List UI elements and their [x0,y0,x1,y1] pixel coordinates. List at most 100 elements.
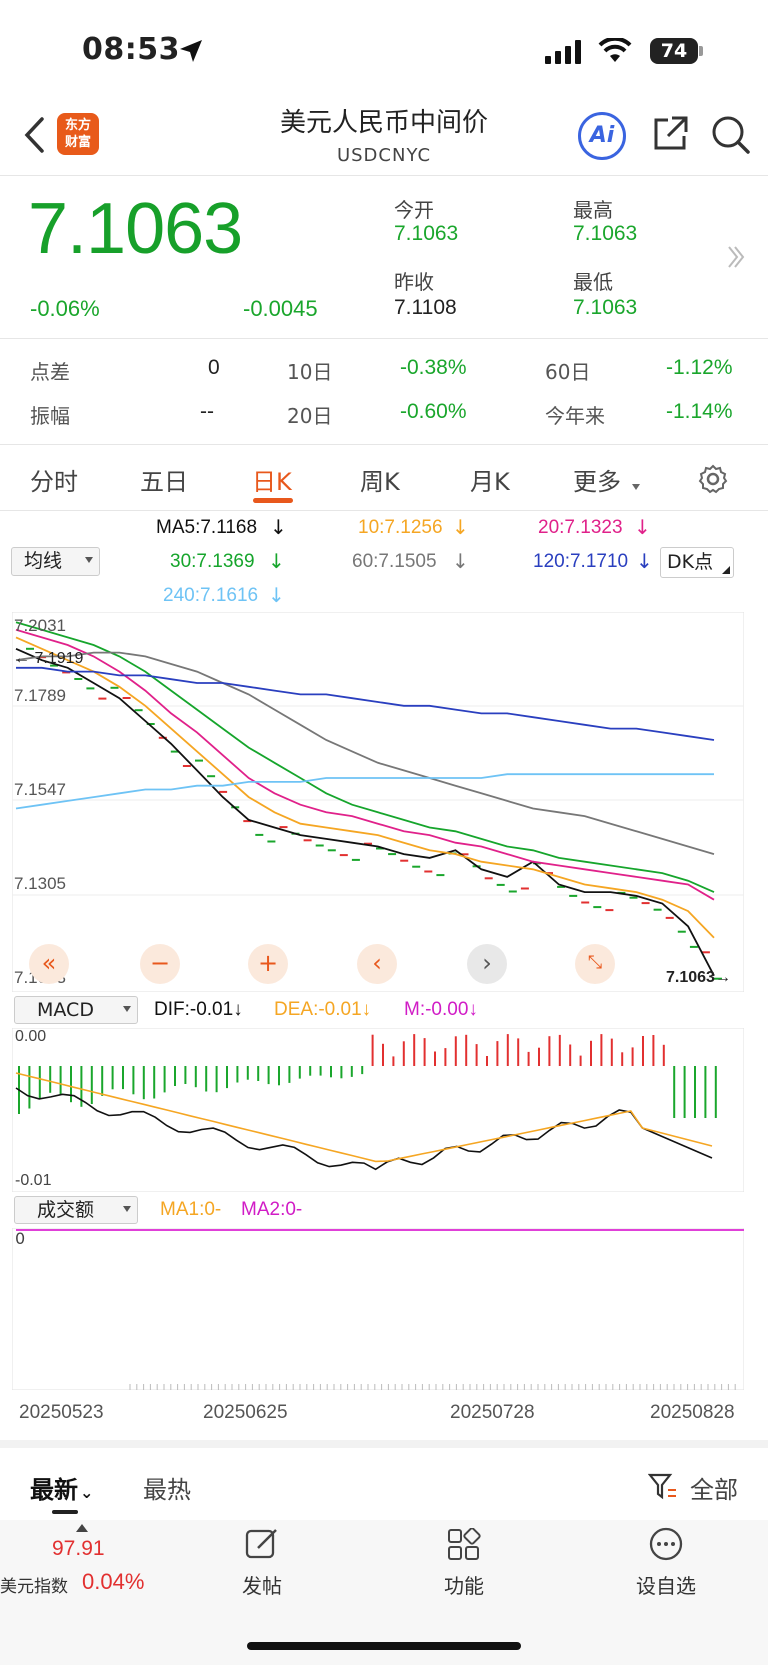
macd-bar [101,1066,104,1096]
candle [339,854,348,857]
macd-bar [257,1066,260,1081]
filter-latest[interactable]: 最新 ⌄ [30,1470,93,1505]
tab-timeshare[interactable]: 分时 [30,462,78,497]
ma240-value: 240:7.1616 [163,585,259,606]
macd-bar [434,1051,436,1066]
fullscreen-button[interactable]: ⤡ [575,944,615,984]
tab-monthly-k[interactable]: 月K [470,462,510,497]
zoom-in-button[interactable]: + [248,944,288,984]
macd-bar [174,1066,176,1086]
functions-grid-icon[interactable] [447,1528,481,1562]
macd-bar [538,1047,540,1066]
ma5-value: MA5:7.1168 [156,517,258,538]
quote-divider [0,338,768,339]
volume-selector[interactable]: 成交额 [14,1196,138,1224]
macd-bar [330,1066,332,1078]
search-icon[interactable] [710,114,752,156]
high-label: 最高 [573,198,613,222]
candle [207,775,216,778]
tab-more[interactable]: 更多 [573,462,621,497]
candle [122,697,131,699]
share-icon[interactable] [650,114,690,154]
settings-gear-icon[interactable] [697,463,729,495]
add-watchlist-icon[interactable] [648,1526,684,1562]
macd-bar [527,1051,530,1066]
zoom-out-button[interactable]: − [140,944,180,984]
down-arrow-icon: ↓ [636,549,653,573]
dollar-index-change[interactable]: 0.04% [82,1569,144,1595]
filter-latest-underline [52,1510,78,1514]
nav-add-watchlist[interactable]: 设自选 [626,1570,706,1599]
candle [255,833,264,836]
candle [569,894,578,897]
macd-bar [465,1034,468,1066]
chart-frame [12,612,744,992]
filter-icon[interactable] [648,1472,678,1500]
macd-bar [506,1034,509,1066]
scroll-right-button[interactable]: › [467,944,507,984]
price-tick: 7.1547 [14,780,66,799]
tab-five-day[interactable]: 五日 [140,462,188,497]
macd-bar [371,1034,374,1066]
candle [641,902,650,905]
candle [605,909,614,912]
filter-all[interactable]: 全部 [690,1470,738,1505]
macd-top-tick: 0.00 [15,1028,47,1045]
tab-weekly-k[interactable]: 周K [360,462,400,497]
dollar-index-up-icon [76,1524,88,1532]
battery-indicator: 74 [650,38,698,64]
candle [484,877,493,880]
macd-bar [49,1066,52,1093]
indicator-selector[interactable]: 均线 [11,547,100,576]
ai-assistant-button[interactable]: Ai [578,112,626,160]
dollar-index-value[interactable]: 97.91 [52,1537,105,1561]
prev-close-value: 7.1108 [394,296,457,319]
candle [400,859,409,862]
open-value: 7.1063 [394,222,459,245]
macd-bar [496,1041,499,1066]
stat-label: 20日 [287,404,333,428]
macd-bar [184,1066,187,1084]
dollar-index-label[interactable]: 美元指数 [0,1572,68,1597]
expand-chevron-icon[interactable] [726,244,746,270]
stat-label: 今年来 [545,404,605,428]
candle [689,945,698,948]
nav-post[interactable]: 发帖 [222,1570,302,1599]
kline-chart[interactable] [12,612,744,992]
macd-bar [132,1066,135,1095]
macd-bar [662,1044,665,1066]
macd-bar [267,1066,270,1085]
post-edit-icon[interactable] [244,1526,280,1562]
macd-selector[interactable]: MACD [14,996,138,1024]
series-line-ma240 [15,773,714,810]
macd-bar [340,1066,343,1079]
stat-label: 60日 [545,360,591,384]
scroll-start-button[interactable]: « [29,944,69,984]
stat-value: -0.60% [400,400,467,423]
ma120-value: 120:7.1710 [533,551,629,572]
macd-bar [194,1066,197,1088]
candle [629,896,638,899]
macd-bar [111,1066,114,1090]
status-time: 08:53 [82,32,180,67]
macd-bar [361,1066,364,1075]
filter-hottest[interactable]: 最热 [143,1470,191,1505]
candle [110,686,119,689]
stats-divider [0,444,768,445]
battery-cap [699,46,703,56]
scroll-left-button[interactable]: ‹ [357,944,397,984]
macd-bar [163,1066,166,1093]
macd-bar [413,1034,416,1066]
nav-functions[interactable]: 功能 [424,1570,504,1599]
stats-row: 振幅 -- 20日 -0.60% 今年来 -1.14% [0,400,768,430]
candle [327,849,336,852]
tab-daily-k[interactable]: 日K [252,462,292,497]
last-price: 7.1063 [28,189,243,269]
high-value: 7.1063 [573,222,638,245]
macd-bar [704,1066,707,1118]
stats-row: 点差 0 10日 -0.38% 60日 -1.12% [0,356,768,386]
macd-bar [246,1066,249,1080]
candle [508,890,517,893]
high-marker: ← 7.1919 [14,650,84,667]
macd-bar [475,1044,478,1066]
